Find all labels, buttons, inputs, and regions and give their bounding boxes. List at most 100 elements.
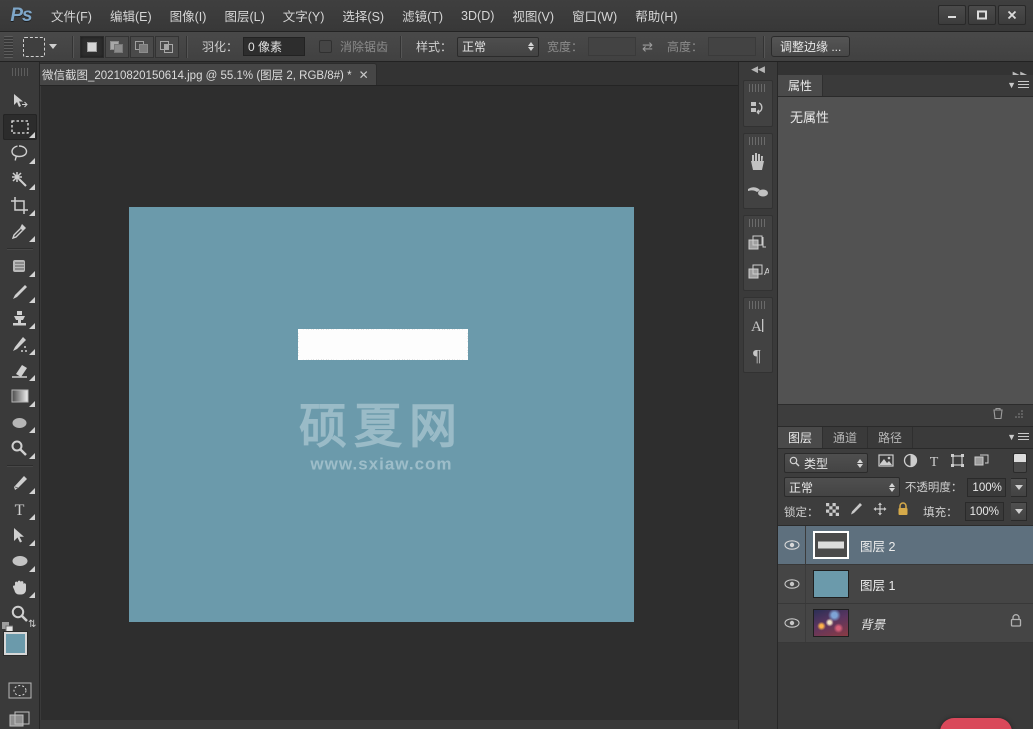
layer-visibility-toggle[interactable] — [778, 526, 806, 564]
height-input[interactable] — [707, 37, 756, 56]
table-row[interactable]: 图层 1 — [778, 565, 1033, 604]
swap-colors-icon[interactable]: ⇅ — [28, 619, 36, 630]
spot-healing-brush-tool[interactable] — [3, 253, 37, 279]
maximize-button[interactable] — [968, 5, 996, 25]
menu-select[interactable]: 选择(S) — [333, 2, 393, 29]
table-row[interactable]: 图层 2 — [778, 526, 1033, 565]
menu-type[interactable]: 文字(Y) — [274, 2, 334, 29]
menu-help[interactable]: 帮助(H) — [626, 2, 686, 29]
menu-3d[interactable]: 3D(D) — [452, 5, 503, 27]
marching-ants-selection[interactable] — [298, 329, 468, 360]
layer-visibility-toggle[interactable] — [778, 604, 806, 642]
menu-filter[interactable]: 滤镜(T) — [393, 2, 452, 29]
dock-grip[interactable] — [749, 84, 767, 92]
screen-mode-button[interactable] — [5, 708, 35, 729]
quick-mask-mode-button[interactable] — [5, 678, 35, 702]
adjustment-filter-icon[interactable] — [903, 453, 918, 473]
brush-presets-icon[interactable] — [744, 176, 772, 205]
add-to-selection-button[interactable] — [105, 35, 129, 58]
clone-stamp-tool[interactable] — [3, 305, 37, 331]
layer-name[interactable]: 图层 1 — [860, 575, 895, 594]
lasso-tool[interactable] — [3, 140, 37, 166]
layer-name[interactable]: 图层 2 — [860, 536, 895, 555]
tools-panel-grip[interactable] — [12, 68, 28, 76]
blur-tool[interactable] — [3, 409, 37, 435]
swap-dimensions-icon[interactable]: ⇄ — [642, 39, 653, 55]
layer-filter-type-select[interactable]: 类型 — [784, 453, 868, 473]
refine-edge-button[interactable]: 调整边缘 ... — [770, 36, 851, 57]
foreground-color-swatch[interactable] — [3, 632, 27, 655]
dock-grip[interactable] — [749, 301, 767, 309]
type-filter-icon[interactable]: T — [927, 453, 941, 473]
table-row[interactable]: 背景 — [778, 604, 1033, 643]
gradient-tool[interactable] — [3, 383, 37, 409]
feather-input[interactable]: 0 像素 — [243, 37, 306, 56]
menu-edit[interactable]: 编辑(E) — [101, 2, 161, 29]
smart-object-filter-icon[interactable] — [974, 453, 990, 473]
default-colors-icon[interactable] — [1, 620, 13, 634]
lock-all-icon[interactable] — [897, 502, 909, 521]
subtract-from-selection-button[interactable] — [130, 35, 154, 58]
lock-transparent-pixels-icon[interactable] — [825, 502, 839, 521]
shape-filter-icon[interactable] — [950, 453, 965, 473]
lock-image-pixels-icon[interactable] — [849, 502, 863, 521]
canvas-area[interactable]: 硕夏网 www.sxiaw.com — [41, 86, 738, 729]
artboard[interactable]: 硕夏网 www.sxiaw.com — [129, 207, 634, 622]
style-select[interactable]: 正常 — [457, 36, 540, 57]
antialias-checkbox[interactable] — [319, 38, 333, 56]
intersect-selection-button[interactable] — [155, 35, 179, 58]
floating-notification-badge[interactable] — [940, 718, 1012, 729]
minimize-button[interactable] — [938, 5, 966, 25]
brush-icon[interactable] — [744, 147, 772, 176]
resize-grip-icon[interactable] — [1013, 407, 1025, 425]
layer-visibility-toggle[interactable] — [778, 565, 806, 603]
paragraph-icon[interactable]: ¶ — [744, 340, 772, 369]
hand-tool[interactable] — [3, 574, 37, 600]
tab-layers[interactable]: 图层 — [778, 427, 824, 448]
dock-grip[interactable] — [749, 219, 767, 227]
tab-paths[interactable]: 路径 — [868, 427, 914, 448]
dodge-tool[interactable] — [3, 435, 37, 461]
tool-preset-picker[interactable] — [21, 36, 65, 57]
eraser-tool[interactable] — [3, 357, 37, 383]
options-bar-grip[interactable] — [4, 35, 13, 58]
close-button[interactable] — [998, 5, 1026, 25]
horizontal-type-tool[interactable]: T — [3, 496, 37, 522]
layer-thumbnail[interactable] — [813, 609, 849, 637]
pen-tool[interactable] — [3, 470, 37, 496]
layer-thumbnail[interactable] — [813, 531, 849, 559]
layer-thumbnail[interactable] — [813, 570, 849, 598]
pixel-filter-icon[interactable] — [878, 453, 894, 473]
fill-value[interactable]: 100% — [964, 502, 1004, 521]
ellipse-shape-tool[interactable] — [3, 548, 37, 574]
close-icon[interactable]: ✕ — [359, 69, 369, 81]
character-icon[interactable]: A — [744, 311, 772, 340]
menu-view[interactable]: 视图(V) — [503, 2, 563, 29]
expand-dock-icon[interactable]: ◀◀ — [739, 62, 777, 76]
document-tab[interactable]: 微信截图_20210820150614.jpg @ 55.1% (图层 2, R… — [34, 63, 377, 85]
history-brush-tool[interactable] — [3, 331, 37, 357]
layer-name[interactable]: 背景 — [860, 614, 885, 633]
tab-channels[interactable]: 通道 — [823, 427, 869, 448]
menu-file[interactable]: 文件(F) — [42, 2, 101, 29]
magic-wand-tool[interactable] — [3, 166, 37, 192]
tab-properties[interactable]: 属性 — [778, 75, 824, 96]
delete-icon[interactable] — [991, 406, 1005, 425]
layer-comps-icon[interactable] — [744, 229, 772, 258]
menu-window[interactable]: 窗口(W) — [563, 2, 626, 29]
filter-enable-toggle[interactable] — [1013, 453, 1027, 473]
layers-panel-menu-button[interactable]: ▼ — [1007, 431, 1029, 442]
move-tool[interactable] — [3, 88, 37, 114]
opacity-stepper[interactable] — [1011, 477, 1027, 497]
fill-stepper[interactable] — [1011, 502, 1027, 521]
width-input[interactable] — [588, 37, 637, 56]
new-selection-button[interactable] — [80, 35, 104, 58]
rectangular-marquee-tool[interactable] — [2, 114, 37, 140]
history-icon[interactable] — [744, 94, 772, 123]
blend-mode-select[interactable]: 正常 — [784, 477, 900, 497]
brush-tool[interactable] — [3, 279, 37, 305]
dock-grip[interactable] — [749, 137, 767, 145]
menu-layer[interactable]: 图层(L) — [215, 2, 273, 29]
path-selection-tool[interactable] — [3, 522, 37, 548]
adjustments-icon[interactable]: A — [744, 258, 772, 287]
